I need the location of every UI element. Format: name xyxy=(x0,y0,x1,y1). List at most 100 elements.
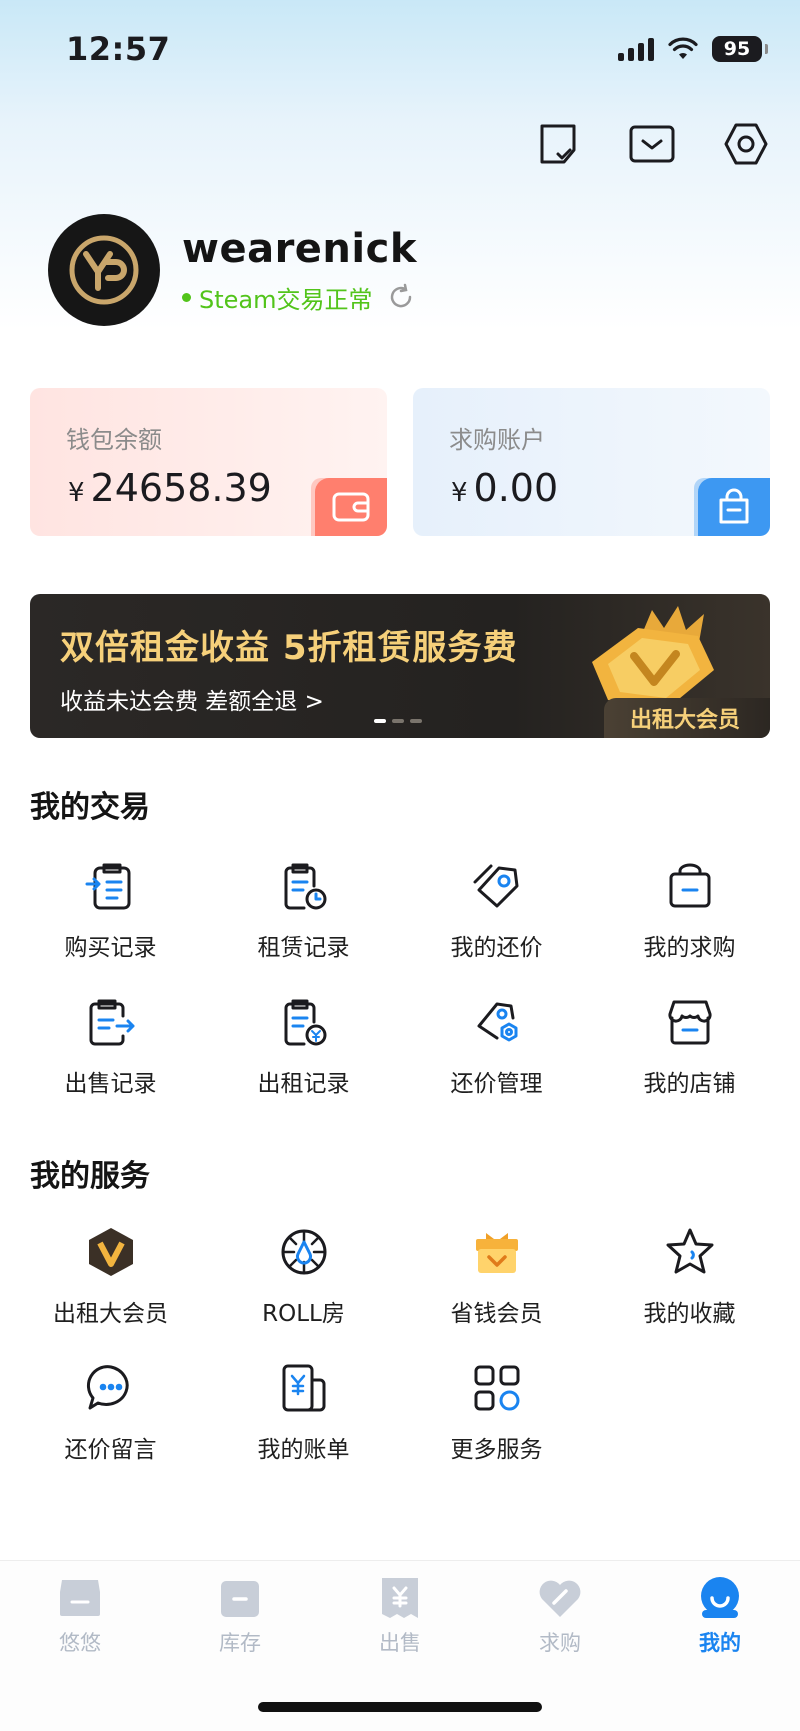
tab-inventory[interactable]: 库存 xyxy=(160,1575,320,1657)
counteroffer-manage-label: 还价管理 xyxy=(450,1071,543,1097)
shop-icon xyxy=(57,1575,103,1621)
saving-vip-label: 省钱会员 xyxy=(450,1301,543,1327)
wallet-label: 钱包余额 xyxy=(66,426,162,454)
buy-account-currency: ¥ xyxy=(451,478,468,508)
wallet-card[interactable]: 钱包余额 ¥ 24658.39 xyxy=(30,388,387,536)
status-time: 12:57 xyxy=(66,30,171,68)
home-indicator[interactable] xyxy=(258,1702,542,1712)
banner-page-dot xyxy=(374,719,386,723)
cellular-signal-icon xyxy=(618,37,654,61)
lease-record-label: 租赁记录 xyxy=(257,935,350,961)
chat-bubble-icon xyxy=(81,1358,141,1418)
battery-indicator: 95 xyxy=(712,36,768,62)
counteroffer-message-item[interactable]: 还价留言 xyxy=(14,1358,207,1464)
tab-mine-label: 我的 xyxy=(699,1631,741,1655)
tab-youyou-label: 悠悠 xyxy=(59,1631,101,1655)
inventory-icon xyxy=(217,1575,263,1621)
banner-page-dot xyxy=(410,719,422,723)
buy-request-icon xyxy=(537,1575,583,1621)
banner-subtitle: 收益未达会费 差额全退 > xyxy=(60,689,324,715)
my-counteroffer-icon xyxy=(467,856,527,916)
wallet-currency: ¥ xyxy=(68,478,85,508)
tab-sell[interactable]: 出售 xyxy=(320,1575,480,1657)
tab-youyou[interactable]: 悠悠 xyxy=(0,1575,160,1657)
brand-logo-icon xyxy=(69,235,139,305)
message-icon[interactable] xyxy=(628,120,676,168)
roll-room-item[interactable]: ROLL房 xyxy=(207,1222,400,1328)
banner-pagination xyxy=(374,719,422,723)
my-counteroffer-label: 我的还价 xyxy=(450,935,543,961)
steam-status: Steam交易正常 xyxy=(182,280,417,315)
sale-record-item[interactable]: 出售记录 xyxy=(14,992,207,1098)
wallet-icon xyxy=(315,478,387,536)
purchase-record-item[interactable]: 购买记录 xyxy=(14,856,207,962)
tab-inventory-label: 库存 xyxy=(219,1631,261,1655)
status-icons: 95 xyxy=(618,36,768,62)
banner-page-dot xyxy=(392,719,404,723)
top-actions xyxy=(534,120,770,168)
vip-badge-icon xyxy=(81,1222,141,1282)
my-shop-item[interactable]: 我的店铺 xyxy=(593,992,786,1098)
shopping-bag-icon xyxy=(698,478,770,536)
avatar[interactable] xyxy=(48,214,160,326)
my-buy-request-item[interactable]: 我的求购 xyxy=(593,856,786,962)
my-buy-request-label: 我的求购 xyxy=(643,935,736,961)
more-services-label: 更多服务 xyxy=(450,1437,543,1463)
my-favorites-label: 我的收藏 xyxy=(643,1301,736,1327)
my-shop-icon xyxy=(660,992,720,1052)
saving-vip-item[interactable]: 省钱会员 xyxy=(400,1222,593,1328)
my-counteroffer-item[interactable]: 我的还价 xyxy=(400,856,593,962)
my-services-title: 我的服务 xyxy=(30,1159,150,1194)
my-buy-request-icon xyxy=(660,856,720,916)
sale-record-label: 出售记录 xyxy=(64,1071,157,1097)
roll-room-icon xyxy=(274,1222,334,1282)
counteroffer-manage-icon xyxy=(467,992,527,1052)
roll-room-label: ROLL房 xyxy=(262,1301,345,1327)
rental-vip-item[interactable]: 出租大会员 xyxy=(14,1222,207,1328)
purchase-record-label: 购买记录 xyxy=(64,935,157,961)
buy-account-value: ¥ 0.00 xyxy=(451,466,558,510)
lease-record-icon xyxy=(274,856,334,916)
tab-sell-label: 出售 xyxy=(379,1631,421,1655)
rent-out-record-label: 出租记录 xyxy=(257,1071,350,1097)
tab-buy-request[interactable]: 求购 xyxy=(480,1575,640,1657)
wallet-amount: 24658.39 xyxy=(90,466,272,510)
wifi-icon xyxy=(668,37,698,59)
buy-account-label: 求购账户 xyxy=(449,426,545,454)
star-icon xyxy=(660,1222,720,1282)
tab-buy-request-label: 求购 xyxy=(539,1631,581,1655)
promo-banner[interactable]: 双倍租金收益 5折租赁服务费 收益未达会费 差额全退 > 出租大会员 xyxy=(30,594,770,738)
buy-account-card[interactable]: 求购账户 ¥ 0.00 xyxy=(413,388,770,536)
my-bill-item[interactable]: 我的账单 xyxy=(207,1358,400,1464)
refresh-icon[interactable] xyxy=(387,283,415,311)
steam-status-text: Steam交易正常 xyxy=(199,285,373,314)
status-dot-icon xyxy=(182,292,191,302)
lease-record-item[interactable]: 租赁记录 xyxy=(207,856,400,962)
gift-box-icon xyxy=(467,1222,527,1282)
sell-icon xyxy=(377,1575,423,1621)
settings-icon[interactable] xyxy=(722,120,770,168)
banner-title: 双倍租金收益 5折租赁服务费 xyxy=(60,628,518,668)
my-trades-title: 我的交易 xyxy=(30,790,150,825)
counteroffer-message-label: 还价留言 xyxy=(64,1437,157,1463)
buy-account-amount: 0.00 xyxy=(473,466,559,510)
sign-in-icon[interactable] xyxy=(534,120,582,168)
rent-out-record-item[interactable]: 出租记录 xyxy=(207,992,400,1098)
profile-header: wearenick Steam交易正常 xyxy=(48,214,417,326)
more-services-item[interactable]: 更多服务 xyxy=(400,1358,593,1464)
status-bar: 12:57 95 xyxy=(0,0,800,100)
more-grid-icon xyxy=(467,1358,527,1418)
my-bill-label: 我的账单 xyxy=(257,1437,350,1463)
wallet-value: ¥ 24658.39 xyxy=(68,466,272,510)
counteroffer-manage-item[interactable]: 还价管理 xyxy=(400,992,593,1098)
my-favorites-item[interactable]: 我的收藏 xyxy=(593,1222,786,1328)
tab-mine[interactable]: 我的 xyxy=(640,1575,800,1657)
my-shop-label: 我的店铺 xyxy=(643,1071,736,1097)
username: wearenick xyxy=(182,225,417,272)
profile-icon xyxy=(697,1575,743,1621)
banner-tag: 出租大会员 xyxy=(603,698,770,738)
purchase-record-icon xyxy=(81,856,141,916)
balance-cards: 钱包余额 ¥ 24658.39 求购账户 ¥ 0.00 xyxy=(30,388,770,536)
rent-out-record-icon xyxy=(274,992,334,1052)
sale-record-icon xyxy=(81,992,141,1052)
